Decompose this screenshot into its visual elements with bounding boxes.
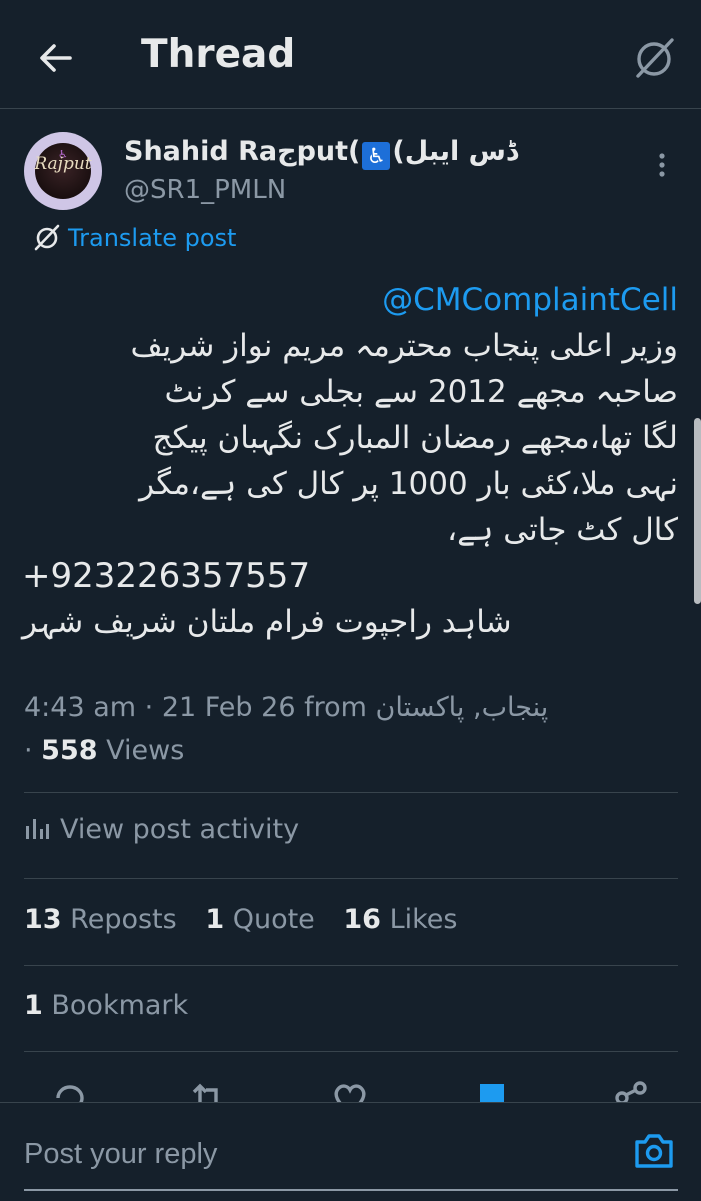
phone-number: +923226357557	[22, 556, 311, 596]
page-title: Thread	[141, 32, 296, 77]
divider	[24, 878, 678, 879]
post-text: @CMComplaintCell وزیر اعلی پنجاب محترمہ …	[22, 277, 678, 645]
display-name[interactable]: Shahid Raجput(♿ ڈس ایبل)	[124, 136, 518, 170]
reply-input[interactable]	[22, 1131, 586, 1177]
activity-label: View post activity	[60, 814, 300, 845]
post-text-line: لگا تھا،مجھے رمضان المبارک نگہبان پیکج	[152, 420, 678, 456]
display-name-part: ج	[277, 136, 297, 167]
post-text-line: صاحبہ مجھے 2012 سے بجلی سے کرنٹ	[164, 374, 678, 410]
avatar[interactable]: ♿ Rajput	[24, 132, 102, 210]
translate-post-link[interactable]: Translate post	[32, 222, 236, 252]
views-label: Views	[106, 735, 185, 766]
reply-icon[interactable]	[50, 1078, 90, 1102]
post-time[interactable]: 4:43 am	[24, 692, 136, 723]
translate-icon	[34, 224, 60, 251]
display-name-part: ڈس ایبل)	[392, 136, 518, 167]
action-bar	[0, 1070, 701, 1102]
likes-count: 16	[343, 904, 381, 935]
accessibility-icon: ♿	[362, 142, 391, 170]
divider	[24, 792, 678, 793]
scrollbar[interactable]	[694, 418, 701, 604]
translate-label: Translate post	[68, 224, 237, 252]
quotes-label: Quote	[232, 904, 315, 935]
post-text-line: نہی ملا،کئی بار 1000 پر کال کی ہے،مگر	[139, 466, 678, 502]
reply-underline	[24, 1189, 678, 1191]
likes-stat[interactable]: 16 Likes	[343, 904, 457, 935]
display-name-part: Shahid Ra	[124, 136, 278, 167]
analytics-icon	[26, 819, 49, 839]
top-bar: Thread	[0, 0, 701, 109]
from-label: from	[304, 692, 367, 723]
bookmarks-count: 1	[24, 990, 43, 1021]
reposts-label: Reposts	[70, 904, 177, 935]
reposts-stat[interactable]: 13 Reposts	[24, 904, 177, 935]
divider	[24, 965, 678, 966]
post-metadata: 4:43 am · 21 Feb 26 from پنجاب, پاکستان …	[24, 692, 549, 766]
user-handle[interactable]: @SR1_PMLN	[124, 175, 286, 205]
engagement-stats: 13 Reposts 1 Quote 16 Likes	[24, 904, 701, 935]
likes-label: Likes	[389, 904, 458, 935]
view-post-activity-link[interactable]: View post activity	[24, 814, 701, 845]
more-vertical-icon[interactable]	[650, 150, 674, 180]
signature-line: شاہد راجپوت فرام ملتان شریف شہر	[22, 604, 512, 640]
like-icon[interactable]	[330, 1078, 370, 1102]
back-arrow-icon[interactable]	[34, 36, 78, 80]
bookmarks-label: Bookmark	[51, 990, 189, 1021]
avatar-text: Rajput	[34, 154, 92, 174]
views-count: 558	[41, 735, 98, 766]
post-text-line: کال کٹ جاتی ہے،	[447, 512, 678, 548]
translate-icon[interactable]	[628, 32, 680, 84]
quotes-count: 1	[205, 904, 225, 935]
quotes-stat[interactable]: 1 Quote	[205, 904, 314, 935]
post-date[interactable]: 21 Feb 26	[162, 692, 296, 723]
divider	[24, 1051, 678, 1052]
bookmarks-stat[interactable]: 1 Bookmark	[24, 990, 701, 1021]
reposts-count: 13	[24, 904, 62, 935]
bookmark-icon[interactable]	[472, 1078, 512, 1102]
display-name-part: put(	[296, 136, 361, 167]
camera-icon[interactable]	[633, 1132, 675, 1170]
post-location: پنجاب, پاکستان	[375, 692, 549, 723]
mention-link[interactable]: @CMComplaintCell	[22, 277, 678, 323]
post-text-line: وزیر اعلی پنجاب محترمہ مریم نواز شریف	[130, 328, 678, 364]
repost-icon[interactable]	[188, 1078, 228, 1102]
reply-composer	[0, 1102, 701, 1201]
share-icon[interactable]	[610, 1078, 650, 1102]
